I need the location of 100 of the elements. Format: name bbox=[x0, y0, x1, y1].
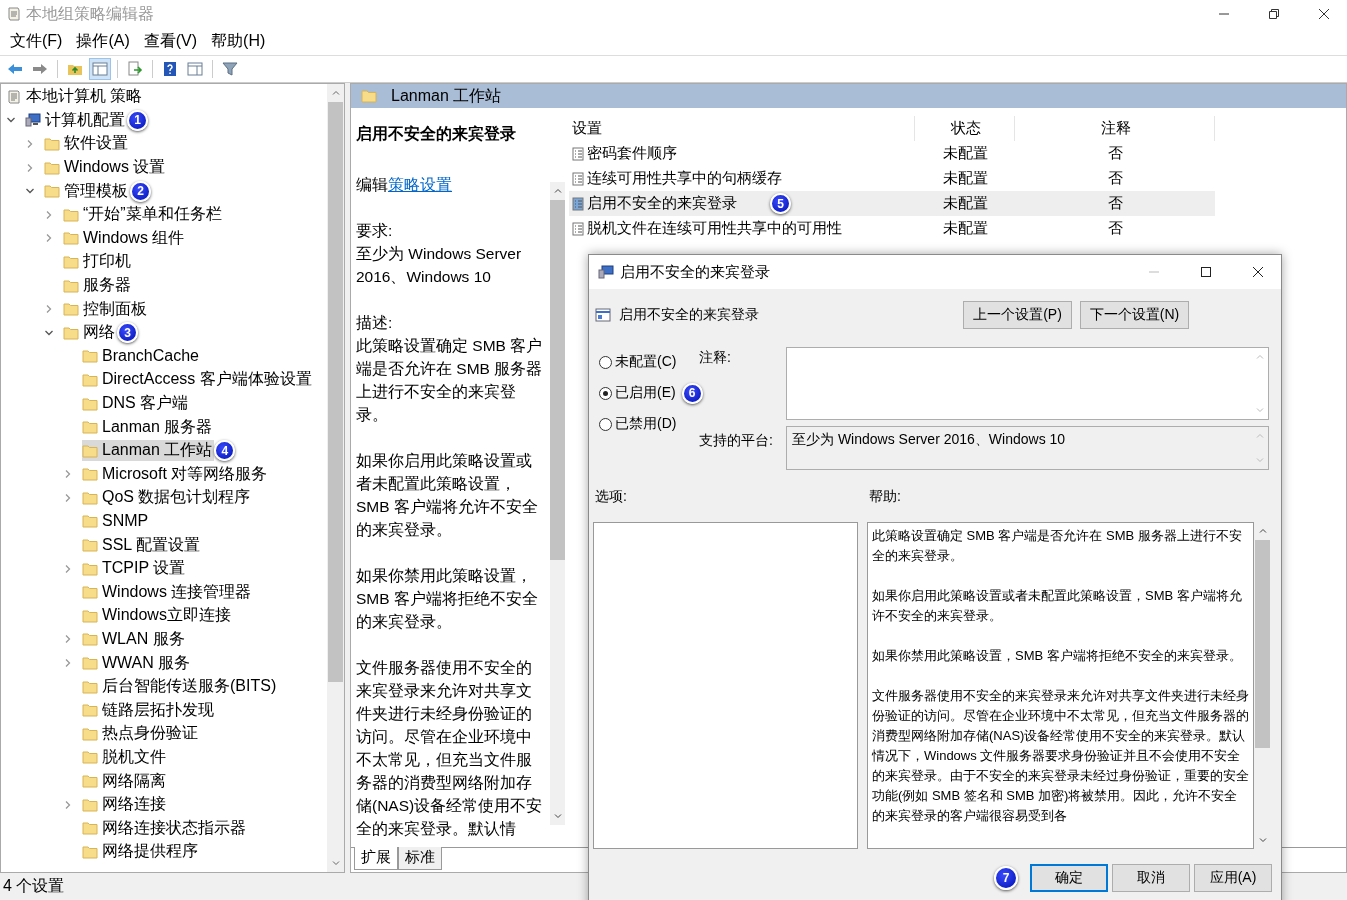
scroll-up-icon[interactable] bbox=[1257, 526, 1268, 536]
setting-row[interactable]: 启用不安全的来宾登录 5 bbox=[569, 191, 915, 216]
nav-button[interactable]: 下一个设置(N) bbox=[1080, 301, 1189, 329]
radio-option[interactable]: 未配置(C) bbox=[599, 353, 677, 371]
tree-item[interactable]: QoS 数据包计划程序 bbox=[82, 487, 253, 509]
tree-item[interactable]: DNS 客户端 bbox=[82, 393, 191, 414]
scrollbar-thumb[interactable] bbox=[1255, 540, 1270, 748]
tree-item[interactable]: DirectAccess 客户端体验设置 bbox=[82, 369, 314, 391]
tree-item[interactable]: 打印机 bbox=[63, 251, 133, 273]
view-tab[interactable]: 扩展 bbox=[354, 847, 398, 870]
scroll-up-icon[interactable] bbox=[1254, 352, 1265, 362]
policy-settings-link[interactable]: 策略设置 bbox=[388, 176, 452, 193]
chevron-right-icon[interactable] bbox=[25, 139, 35, 149]
state-cell-text: 未配置 bbox=[941, 218, 989, 238]
chevron-right-icon[interactable] bbox=[63, 634, 73, 645]
tree-item[interactable]: 控制面板 bbox=[63, 298, 149, 320]
tree-item[interactable]: Microsoft 对等网络服务 bbox=[82, 463, 270, 485]
folder-icon bbox=[82, 561, 98, 576]
tree-item[interactable]: “开始”菜单和任务栏 bbox=[63, 204, 224, 226]
tree-item[interactable]: SNMP bbox=[82, 512, 151, 531]
radio-button[interactable] bbox=[599, 386, 612, 400]
tree-item[interactable]: TCPIP 设置 bbox=[82, 558, 188, 580]
menu-item[interactable]: 操作(A) bbox=[69, 31, 137, 52]
radio-button[interactable] bbox=[599, 355, 612, 369]
dialog-button[interactable]: 取消 bbox=[1112, 864, 1190, 892]
export-list-icon[interactable] bbox=[125, 59, 145, 79]
scroll-down-icon[interactable] bbox=[552, 811, 563, 821]
tree-item[interactable]: 管理模板 bbox=[44, 180, 130, 202]
policy-icon bbox=[572, 146, 584, 161]
comment-field[interactable] bbox=[786, 347, 1269, 420]
tree-item[interactable]: 计算机配置 bbox=[25, 109, 127, 131]
chevron-right-icon[interactable] bbox=[25, 162, 35, 173]
tree-item[interactable]: WLAN 服务 bbox=[82, 628, 187, 650]
tree-item[interactable]: Windows 设置 bbox=[44, 157, 168, 179]
step-badge: 6 bbox=[681, 382, 703, 404]
tree-item[interactable]: 网络隔离 bbox=[82, 770, 168, 792]
tree-item[interactable]: 链路层拓扑发现 bbox=[82, 699, 216, 721]
close-icon bbox=[1252, 266, 1264, 278]
tree-item[interactable]: 网络提供程序 bbox=[82, 841, 200, 863]
tree-item[interactable]: 软件设置 bbox=[44, 133, 130, 155]
tree-item[interactable]: Lanman 服务器 bbox=[82, 416, 215, 438]
scroll-down-icon[interactable] bbox=[1254, 405, 1265, 415]
column-header[interactable]: 注释 bbox=[1015, 116, 1215, 141]
properties-pane-icon[interactable] bbox=[185, 59, 205, 79]
scroll-up-icon[interactable] bbox=[1254, 431, 1265, 441]
chevron-right-icon[interactable] bbox=[63, 492, 73, 503]
tree-item[interactable]: Lanman 工作站 bbox=[82, 440, 215, 462]
setting-row[interactable]: 脱机文件在连续可用性共享中的可用性 bbox=[569, 216, 915, 241]
scroll-down-icon[interactable] bbox=[330, 858, 341, 868]
scroll-down-icon[interactable] bbox=[1254, 455, 1265, 465]
view-tab[interactable]: 标准 bbox=[398, 847, 442, 870]
radio-button[interactable] bbox=[599, 417, 612, 431]
radio-option[interactable]: 已启用(E) bbox=[599, 384, 676, 402]
scroll-down-icon[interactable] bbox=[1257, 835, 1268, 845]
chevron-right-icon[interactable] bbox=[63, 799, 73, 810]
tree-item[interactable]: Windows 组件 bbox=[63, 227, 187, 249]
chevron-right-icon[interactable] bbox=[44, 209, 54, 220]
scrollbar-thumb[interactable] bbox=[328, 102, 343, 682]
dialog-button[interactable]: 应用(A) bbox=[1194, 864, 1272, 892]
dialog-button[interactable]: 确定 bbox=[1030, 864, 1108, 892]
tree-pane-icon[interactable] bbox=[90, 59, 110, 79]
chevron-right-icon[interactable] bbox=[44, 233, 54, 244]
nav-button[interactable]: 上一个设置(P) bbox=[963, 301, 1072, 329]
column-header[interactable]: 状态 bbox=[915, 116, 1015, 141]
folder-icon bbox=[82, 443, 98, 458]
tree-item[interactable]: 热点身份验证 bbox=[82, 723, 200, 745]
menu-item[interactable]: 帮助(H) bbox=[204, 31, 273, 52]
tree-item[interactable]: BranchCache bbox=[82, 347, 201, 366]
tree-item[interactable]: WWAN 服务 bbox=[82, 652, 193, 674]
menu-item[interactable]: 查看(V) bbox=[136, 31, 205, 52]
tree-item[interactable]: 本地计算机 策略 bbox=[6, 86, 145, 108]
scrollbar-thumb[interactable] bbox=[550, 200, 565, 560]
filter-icon[interactable] bbox=[220, 59, 240, 79]
tree-item[interactable]: 网络连接 bbox=[82, 794, 168, 816]
tree-item[interactable]: Windows 连接管理器 bbox=[82, 581, 254, 603]
scrollbar[interactable] bbox=[327, 84, 344, 872]
chevron-right-icon[interactable] bbox=[63, 563, 73, 574]
scrollbar[interactable] bbox=[550, 182, 565, 825]
chevron-right-icon[interactable] bbox=[44, 304, 54, 315]
folder-icon bbox=[63, 254, 79, 269]
tree-item[interactable]: 网络 bbox=[63, 322, 117, 344]
tree-item[interactable]: 脱机文件 bbox=[82, 746, 168, 768]
folder-icon bbox=[82, 726, 98, 741]
tree-item[interactable]: SSL 配置设置 bbox=[82, 534, 203, 556]
setting-row[interactable]: 密码套件顺序 bbox=[569, 141, 915, 166]
tree-item[interactable]: 网络连接状态指示器 bbox=[82, 817, 248, 839]
chevron-right-icon[interactable] bbox=[63, 658, 73, 669]
menu-item[interactable]: 文件(F) bbox=[3, 31, 70, 52]
chevron-right-icon[interactable] bbox=[63, 469, 73, 480]
column-header[interactable]: 设置 bbox=[569, 116, 915, 141]
tree-item[interactable]: 后台智能传送服务(BITS) bbox=[82, 676, 279, 698]
help-paragraph: 如果你启用此策略设置或者未配置此策略设置，SMB 客户端将允许不安全的来宾登录。 bbox=[872, 587, 1243, 625]
scroll-up-icon[interactable] bbox=[552, 186, 563, 196]
scroll-up-icon[interactable] bbox=[330, 88, 341, 98]
radio-option[interactable]: 已禁用(D) bbox=[599, 415, 677, 433]
tree-item[interactable]: 服务器 bbox=[63, 275, 133, 297]
folder-icon bbox=[82, 679, 98, 694]
tree-item[interactable]: Windows立即连接 bbox=[82, 605, 233, 627]
folder-icon bbox=[44, 137, 60, 151]
setting-row[interactable]: 连续可用性共享中的句柄缓存 bbox=[569, 166, 915, 191]
